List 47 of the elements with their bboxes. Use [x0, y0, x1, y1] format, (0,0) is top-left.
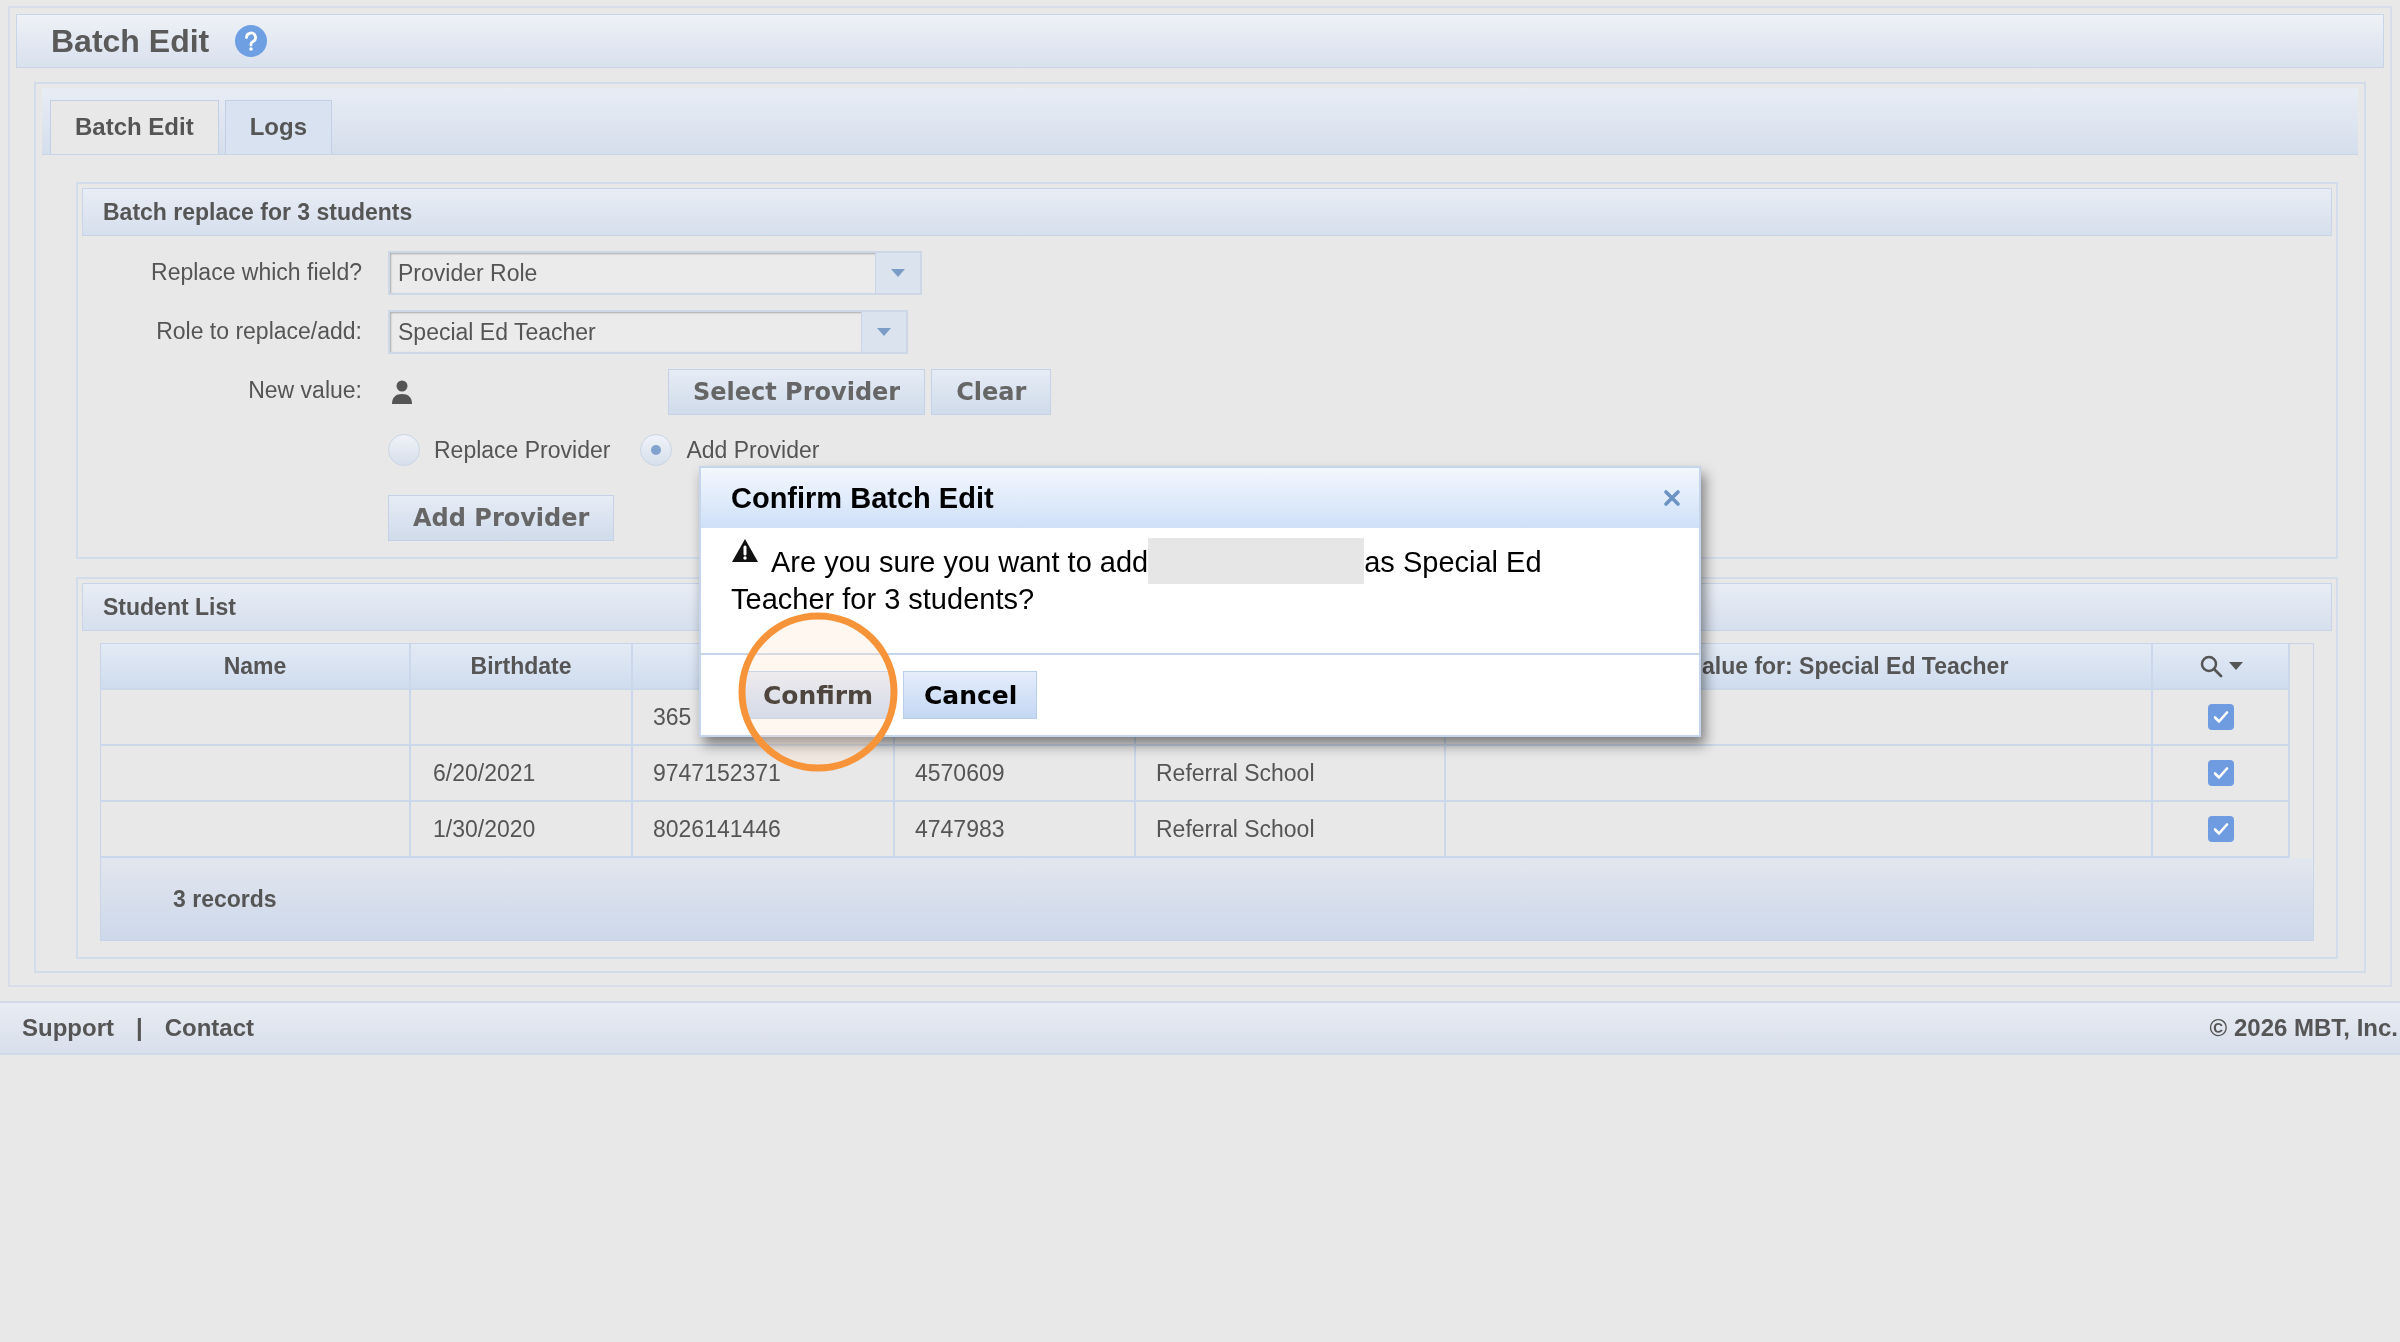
radio-label: Add Provider — [686, 436, 820, 464]
tab[interactable]: Logs — [224, 100, 332, 154]
support-link[interactable]: Support — [22, 1014, 114, 1042]
checkbox[interactable] — [2207, 816, 2234, 842]
section-title: Student List — [103, 593, 236, 621]
table-cell: 4570609 — [895, 746, 1136, 802]
section-title: Batch replace for 3 students — [103, 198, 413, 226]
close-icon[interactable] — [1663, 489, 1681, 507]
column-header[interactable] — [2153, 644, 2290, 690]
field-label: Role to replace/add: — [155, 317, 362, 345]
add-provider-button[interactable]: Add Provider — [388, 495, 615, 541]
contact-link[interactable]: Contact — [164, 1014, 255, 1042]
help-icon[interactable] — [235, 25, 268, 57]
person-icon — [392, 380, 412, 404]
form-button[interactable]: Select Provider — [668, 369, 926, 415]
column-header: Birthdate — [411, 644, 633, 690]
checkbox[interactable] — [2207, 760, 2234, 786]
dialog-button[interactable]: Cancel — [903, 671, 1037, 719]
form-button[interactable]: Clear — [931, 369, 1052, 415]
link-separator: | — [136, 1014, 143, 1042]
column-header: Name — [101, 644, 411, 690]
page-title: Batch Edit — [51, 22, 210, 60]
caret-icon — [890, 268, 906, 278]
caret-icon[interactable] — [2228, 661, 2243, 671]
check-icon — [2211, 708, 2230, 726]
check-icon — [2211, 764, 2230, 782]
radio-button[interactable] — [388, 434, 420, 466]
radio-label: Replace Provider — [434, 436, 611, 464]
search-icon[interactable] — [2198, 654, 2223, 678]
table-cell: 9747152371 — [633, 746, 895, 802]
dialog-button[interactable]: Confirm — [743, 671, 893, 719]
table-cell: Referral School — [1136, 746, 1446, 802]
warning-icon — [731, 538, 759, 563]
record-count: 3 records — [173, 885, 277, 913]
dropdown[interactable]: Special Ed Teacher — [388, 310, 908, 354]
field-label: Replace which field? — [150, 258, 362, 286]
caret-icon — [876, 327, 892, 337]
table-cell: 6/20/2021 — [411, 746, 633, 802]
dialog-title: Confirm Batch Edit — [731, 481, 994, 515]
radio-button[interactable] — [640, 434, 673, 466]
dropdown[interactable]: Provider Role — [388, 251, 922, 295]
checkbox[interactable] — [2207, 704, 2234, 730]
tab[interactable]: Batch Edit — [50, 100, 219, 154]
dialog-message: Are you sure you want to add as Special Ed Teacher for 3 students? — [731, 538, 1571, 614]
field-label: New value: — [247, 376, 362, 404]
check-icon — [2211, 820, 2230, 838]
copyright-text: © 2026 MBT, Inc. — [2209, 1014, 2398, 1042]
